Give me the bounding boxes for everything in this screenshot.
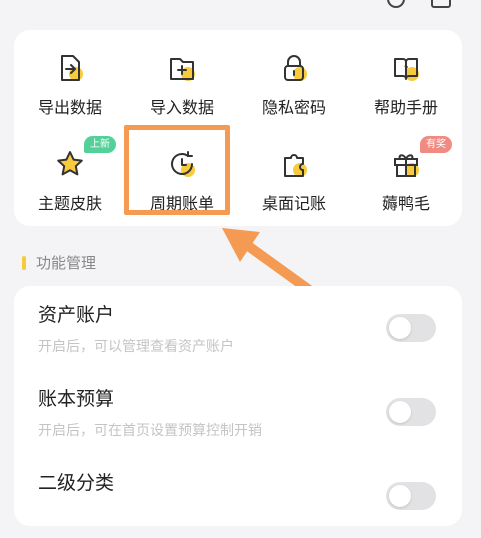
shortcut-label: 薅鸭毛 <box>381 194 430 213</box>
help-book-icon: ? <box>394 58 419 81</box>
shortcut-desktop-bookkeeping[interactable]: 桌面记账 <box>238 126 350 213</box>
setting-description: 开启后，可在首页设置预算控制开销 <box>38 423 262 439</box>
section-header: 功能管理 <box>22 252 96 274</box>
section-title: 功能管理 <box>36 254 97 272</box>
import-folder-icon <box>170 58 195 81</box>
toggle-knob <box>389 317 411 339</box>
shortcut-export-data[interactable]: 导出数据 <box>14 30 126 117</box>
asset-account-toggle[interactable] <box>386 314 436 342</box>
shortcut-label: 导出数据 <box>37 98 102 117</box>
shortcut-label: 主题皮肤 <box>37 194 102 213</box>
settings-list: 资产账户 开启后，可以管理查看资产账户 账本预算 开启后，可在首页设置预算控制开… <box>14 286 462 526</box>
shortcut-privacy-password[interactable]: 隐私密码 <box>238 30 350 117</box>
arrow-head-icon <box>222 228 260 262</box>
shortcut-import-data[interactable]: 导入数据 <box>126 30 238 117</box>
widget-icon <box>284 154 307 177</box>
setting-row-subcategory: 二级分类 <box>14 454 462 538</box>
lock-icon <box>284 55 307 81</box>
subcategory-toggle[interactable] <box>386 482 436 510</box>
shortcut-earn-rewards[interactable]: 有奖 薅鸭毛 <box>350 126 462 213</box>
section-marker <box>22 256 26 270</box>
settings-icon[interactable] <box>387 0 405 8</box>
star-icon <box>57 151 83 176</box>
highlight-box <box>124 125 230 215</box>
shortcut-label: 帮助手册 <box>373 98 438 117</box>
shortcut-grid: 导出数据 导入数据 隐私密码 ? 帮助手册 上新 主题皮肤 周期账单 桌面记账 … <box>14 30 462 226</box>
reward-badge: 有奖 <box>420 136 452 153</box>
toggle-knob <box>389 401 411 423</box>
top-toolbar-icons <box>381 0 451 10</box>
setting-title: 账本预算 <box>38 388 115 410</box>
shortcut-label: 隐私密码 <box>261 98 326 117</box>
export-file-icon <box>61 55 83 81</box>
shortcut-label: 导入数据 <box>149 98 214 117</box>
message-icon[interactable] <box>431 0 451 8</box>
svg-text:?: ? <box>404 65 409 75</box>
new-badge: 上新 <box>84 136 116 153</box>
setting-description: 开启后，可以管理查看资产账户 <box>38 339 234 355</box>
setting-row-asset-account: 资产账户 开启后，可以管理查看资产账户 <box>14 286 462 370</box>
budget-toggle[interactable] <box>386 398 436 426</box>
setting-title: 二级分类 <box>38 472 115 494</box>
setting-row-budget: 账本预算 开启后，可在首页设置预算控制开销 <box>14 370 462 454</box>
shortcut-theme-skin[interactable]: 上新 主题皮肤 <box>14 126 126 213</box>
shortcut-label: 桌面记账 <box>261 194 326 213</box>
gift-icon <box>394 154 419 177</box>
shortcut-help-manual[interactable]: ? 帮助手册 <box>350 30 462 117</box>
setting-title: 资产账户 <box>38 304 115 326</box>
